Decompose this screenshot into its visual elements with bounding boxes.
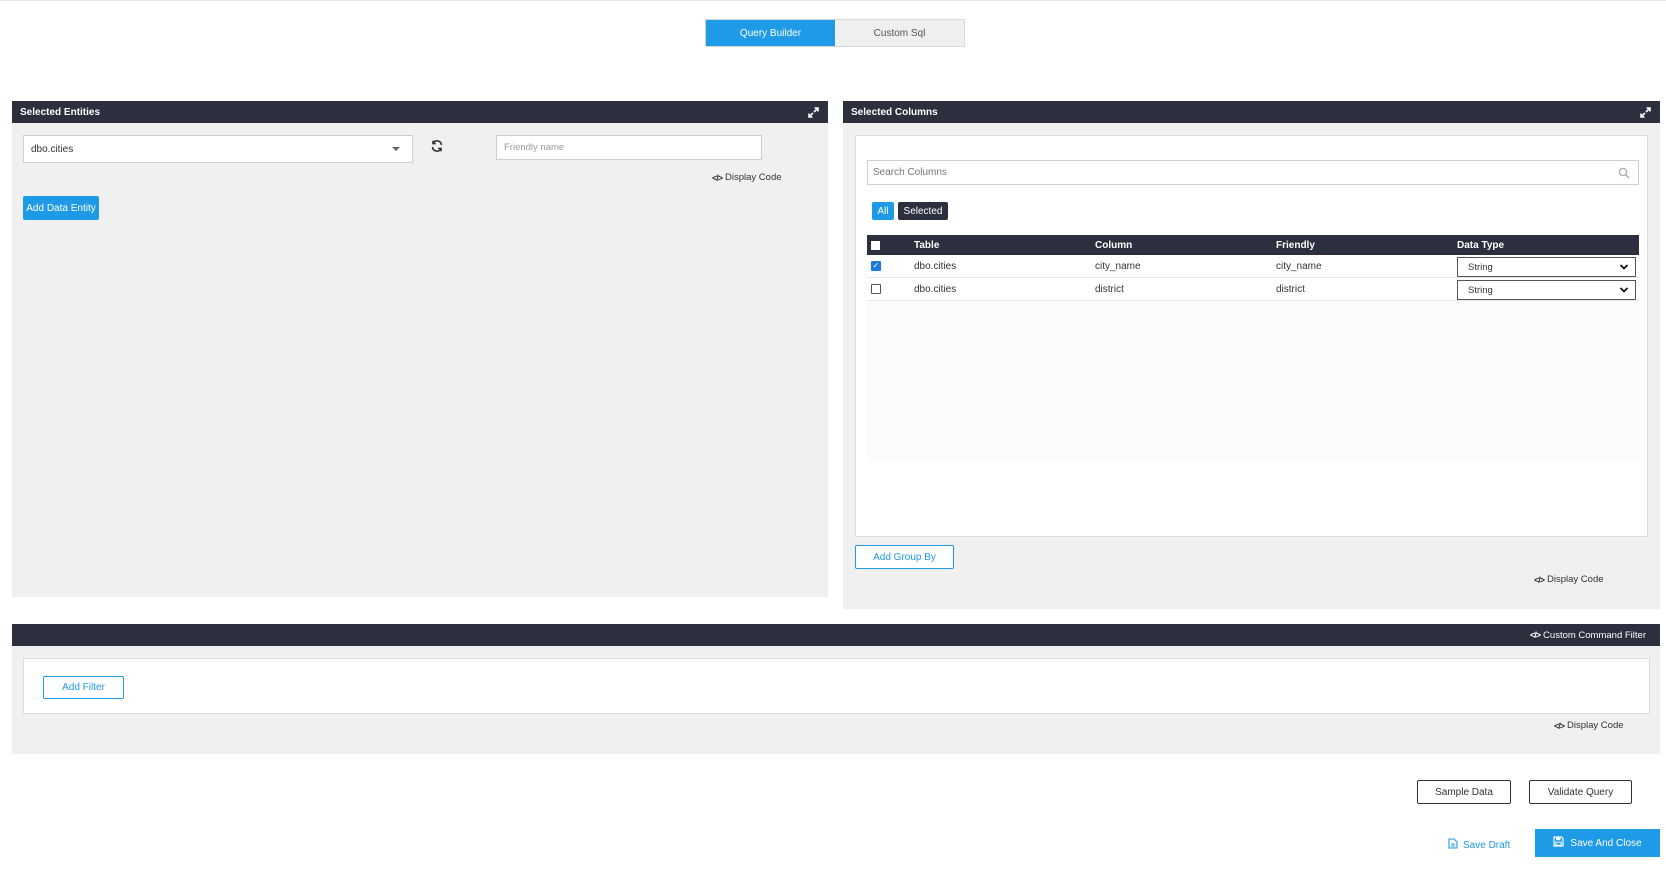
friendly-name-input[interactable] (496, 135, 762, 160)
save-icon (1553, 836, 1565, 850)
custom-command-filter-link[interactable]: </> Custom Command Filter (1530, 630, 1646, 641)
chevron-down-icon (1619, 285, 1629, 295)
expand-icon[interactable] (1638, 105, 1652, 119)
table-row: ✓ dbo.cities city_name city_name String (867, 255, 1639, 278)
save-draft-label: Save Draft (1463, 839, 1511, 851)
table-row: dbo.cities district district String (867, 278, 1639, 301)
columns-box: All Selected Table Column Friendly Data … (855, 135, 1648, 537)
sample-data-button[interactable]: Sample Data (1417, 780, 1511, 804)
cell-column: city_name (1095, 260, 1141, 272)
caret-down-icon (392, 147, 400, 151)
code-icon: </> (1534, 574, 1545, 585)
custom-command-filter-label: Custom Command Filter (1543, 629, 1646, 641)
selected-entities-header: Selected Entities (12, 101, 828, 123)
data-type-select[interactable]: String (1457, 280, 1636, 300)
display-code-label: Display Code (725, 172, 782, 183)
search-icon (1618, 167, 1630, 179)
data-type-select[interactable]: String (1457, 257, 1636, 277)
header-friendly: Friendly (1276, 239, 1315, 251)
filter-box: Add Filter (23, 658, 1650, 714)
table-header: Table Column Friendly Data Type (867, 235, 1639, 255)
row-checkbox[interactable]: ✓ (871, 261, 881, 271)
validate-query-button[interactable]: Validate Query (1529, 780, 1632, 804)
cell-table: dbo.cities (914, 283, 957, 295)
add-filter-button[interactable]: Add Filter (43, 676, 124, 699)
refresh-icon[interactable] (430, 139, 444, 153)
code-icon: </> (712, 172, 723, 183)
top-border (0, 0, 1666, 1)
chevron-down-icon (1619, 262, 1629, 272)
tab-custom-sql[interactable]: Custom Sql (835, 20, 964, 46)
add-group-by-button[interactable]: Add Group By (855, 545, 954, 569)
expand-icon[interactable] (806, 105, 820, 119)
add-data-entity-button[interactable]: Add Data Entity (23, 196, 99, 220)
entity-select-value: dbo.cities (31, 143, 74, 155)
header-check-cell (871, 235, 880, 255)
selected-columns-panel: Selected Columns All Selected Table Colu… (843, 101, 1660, 609)
display-code-link[interactable]: </> Display Code (1554, 720, 1624, 731)
save-and-close-button[interactable]: Save And Close (1535, 829, 1660, 857)
header-table: Table (914, 239, 940, 251)
selected-columns-header: Selected Columns (843, 101, 1660, 123)
display-code-label: Display Code (1567, 720, 1624, 731)
mode-toggle: Query Builder Custom Sql (705, 19, 965, 47)
header-data-type: Data Type (1457, 239, 1505, 251)
filter-all-button[interactable]: All (872, 202, 894, 220)
row-check-cell: ✓ (871, 255, 881, 277)
save-and-close-label: Save And Close (1570, 837, 1642, 849)
row-check-cell (871, 278, 881, 300)
display-code-link[interactable]: </> Display Code (1534, 574, 1604, 585)
cell-friendly[interactable]: city_name (1276, 255, 1322, 277)
columns-table: Table Column Friendly Data Type ✓ dbo.ci… (867, 235, 1639, 462)
filter-header: </> Custom Command Filter (12, 624, 1660, 646)
save-draft-button[interactable]: Save Draft (1448, 838, 1510, 852)
data-type-value: String (1468, 284, 1493, 296)
data-type-value: String (1468, 261, 1493, 273)
search-columns-input[interactable] (868, 161, 1638, 184)
display-code-link[interactable]: </> Display Code (712, 172, 782, 183)
selected-entities-panel: Selected Entities dbo.cities </> Display… (12, 101, 828, 597)
filter-selected-button[interactable]: Selected (898, 202, 948, 220)
display-code-label: Display Code (1547, 574, 1604, 585)
selected-entities-title: Selected Entities (20, 106, 101, 118)
tab-query-builder[interactable]: Query Builder (706, 20, 835, 46)
select-all-checkbox[interactable] (871, 240, 880, 250)
search-columns-field (867, 160, 1639, 185)
check-icon: ✓ (872, 261, 880, 270)
code-icon: </> (1554, 720, 1565, 731)
cell-friendly[interactable]: district (1276, 278, 1305, 300)
cell-table: dbo.cities (914, 260, 957, 272)
cell-column: district (1095, 283, 1124, 295)
entity-select[interactable]: dbo.cities (23, 135, 413, 163)
code-icon: </> (1530, 630, 1541, 640)
filter-panel: </> Custom Command Filter Add Filter </>… (12, 624, 1660, 754)
header-column: Column (1095, 239, 1133, 251)
document-icon (1448, 838, 1458, 852)
selected-columns-title: Selected Columns (851, 106, 938, 118)
row-checkbox[interactable] (871, 284, 881, 294)
